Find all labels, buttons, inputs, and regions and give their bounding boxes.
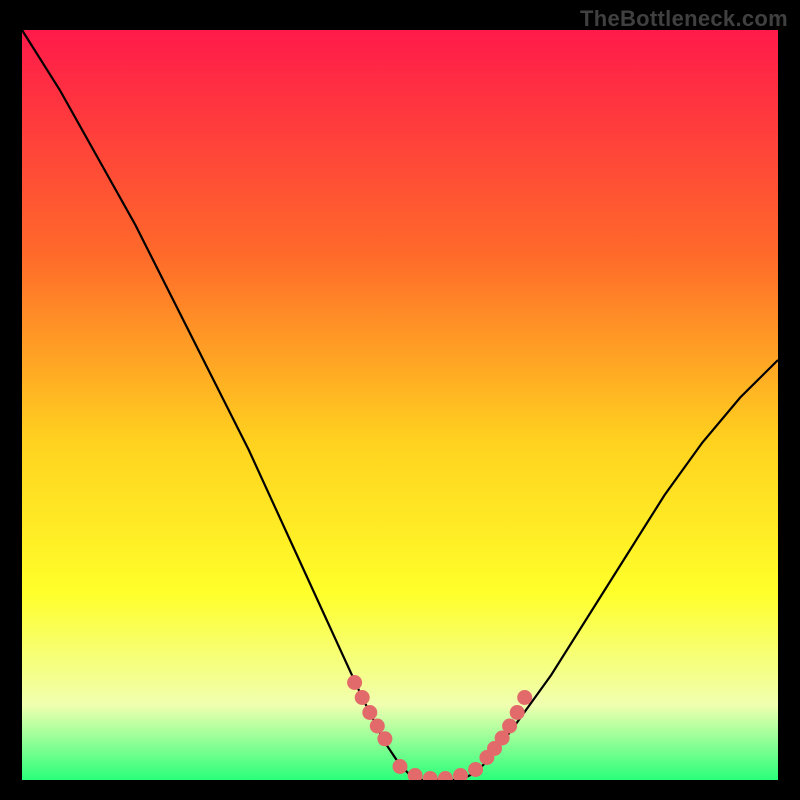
dot-right-shoulder <box>510 705 525 720</box>
plot-svg <box>22 30 778 780</box>
chart-frame: TheBottleneck.com <box>0 0 800 800</box>
dot-left-shoulder <box>347 675 362 690</box>
plot-area <box>22 30 778 780</box>
dot-left-shoulder <box>362 705 377 720</box>
gradient-background <box>22 30 778 780</box>
dot-right-shoulder <box>517 690 532 705</box>
dot-left-shoulder <box>370 719 385 734</box>
dot-valley-floor <box>393 759 408 774</box>
dot-valley-floor <box>468 762 483 777</box>
watermark-text: TheBottleneck.com <box>580 6 788 32</box>
dot-left-shoulder <box>355 690 370 705</box>
dot-left-shoulder <box>377 731 392 746</box>
dot-right-shoulder <box>502 719 517 734</box>
